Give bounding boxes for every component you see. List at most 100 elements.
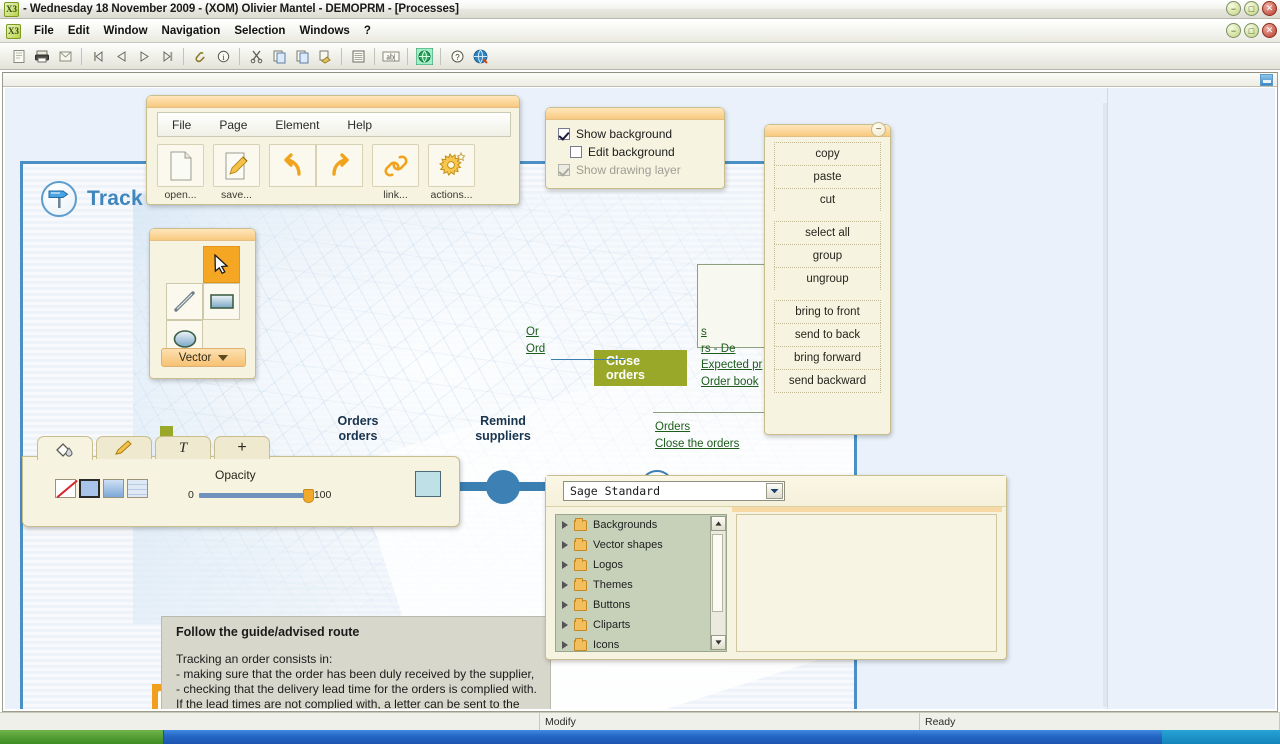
gear-star-icon[interactable] bbox=[428, 144, 475, 187]
drawing-menu-element[interactable]: Element bbox=[261, 115, 333, 135]
fill-color-swatch[interactable] bbox=[415, 471, 441, 497]
pointer-tool-icon[interactable] bbox=[203, 246, 240, 283]
close-button[interactable]: ✕ bbox=[1262, 1, 1277, 16]
expand-arrow-icon[interactable] bbox=[562, 621, 568, 629]
vector-category-dropdown[interactable]: Vector bbox=[161, 348, 246, 367]
link-right-1[interactable]: s bbox=[701, 324, 762, 341]
flow-node-2[interactable] bbox=[486, 470, 520, 504]
print-icon[interactable] bbox=[31, 46, 53, 67]
tab-fill[interactable] bbox=[37, 436, 93, 460]
pencil-save-icon[interactable] bbox=[213, 144, 260, 187]
expand-arrow-icon[interactable] bbox=[562, 601, 568, 609]
fill-gradient-swatch[interactable] bbox=[103, 479, 124, 498]
menu-windows[interactable]: Windows bbox=[292, 22, 356, 40]
drawing-open-tool[interactable]: open... bbox=[157, 144, 204, 201]
collapse-icon[interactable]: − bbox=[871, 122, 886, 137]
tree-item-buttons[interactable]: Buttons bbox=[556, 595, 726, 615]
menu-window[interactable]: Window bbox=[97, 22, 155, 40]
redo-icon[interactable] bbox=[316, 144, 363, 187]
expand-arrow-icon[interactable] bbox=[562, 581, 568, 589]
tab-text[interactable]: T bbox=[155, 436, 211, 459]
chevron-down-icon[interactable] bbox=[766, 483, 783, 499]
show-background-checkbox[interactable] bbox=[558, 128, 570, 140]
context-item-paste[interactable]: paste bbox=[774, 165, 881, 188]
globe-green-icon[interactable] bbox=[413, 46, 435, 67]
info-icon[interactable]: i bbox=[212, 46, 234, 67]
previous-record-icon[interactable] bbox=[110, 46, 132, 67]
link-center-orders[interactable]: Orders bbox=[655, 419, 739, 436]
context-item-send-to-back[interactable]: send to back bbox=[774, 323, 881, 346]
new-document-icon[interactable] bbox=[8, 46, 30, 67]
mdi-maximize-button[interactable]: □ bbox=[1244, 23, 1259, 38]
gallery-tree-scrollbar[interactable] bbox=[710, 516, 725, 650]
context-menu-titlebar[interactable]: − bbox=[765, 125, 890, 137]
system-tray[interactable] bbox=[1162, 730, 1280, 744]
drawing-toolbar-titlebar[interactable] bbox=[147, 96, 519, 108]
next-record-icon[interactable] bbox=[133, 46, 155, 67]
fill-texture-swatch[interactable] bbox=[127, 479, 148, 498]
mdi-restore-button[interactable] bbox=[1260, 74, 1273, 86]
list-icon[interactable] bbox=[347, 46, 369, 67]
context-item-ungroup[interactable]: ungroup bbox=[774, 267, 881, 290]
mdi-close-button[interactable]: ✕ bbox=[1262, 23, 1277, 38]
drawing-link-tool[interactable]: link... bbox=[372, 144, 419, 201]
link-right-3[interactable]: Expected pr bbox=[701, 357, 762, 374]
paste-icon[interactable] bbox=[291, 46, 313, 67]
tree-item-logos[interactable]: Logos bbox=[556, 555, 726, 575]
context-item-bring-forward[interactable]: bring forward bbox=[774, 346, 881, 369]
first-record-icon[interactable] bbox=[87, 46, 109, 67]
menu-selection[interactable]: Selection bbox=[227, 22, 292, 40]
context-item-bring-to-front[interactable]: bring to front bbox=[774, 300, 881, 323]
fill-solid-swatch[interactable] bbox=[79, 479, 100, 498]
document-open-icon[interactable] bbox=[157, 144, 204, 187]
expand-arrow-icon[interactable] bbox=[562, 641, 568, 649]
drawing-menu-page[interactable]: Page bbox=[205, 115, 261, 135]
minimize-button[interactable]: − bbox=[1226, 1, 1241, 16]
link-right-2[interactable]: rs - De bbox=[701, 341, 762, 358]
close-orders-button[interactable]: Close orders bbox=[594, 350, 687, 386]
tree-item-vector-shapes[interactable]: Vector shapes bbox=[556, 535, 726, 555]
expand-arrow-icon[interactable] bbox=[562, 521, 568, 529]
theme-select[interactable]: Sage Standard bbox=[563, 481, 785, 501]
option-show-background[interactable]: Show background bbox=[546, 125, 724, 143]
mdi-minimize-button[interactable]: − bbox=[1226, 23, 1241, 38]
drawing-menu-file[interactable]: File bbox=[158, 115, 205, 135]
background-panel-titlebar[interactable] bbox=[546, 108, 724, 120]
abc-icon[interactable]: ab| bbox=[380, 46, 402, 67]
expand-arrow-icon[interactable] bbox=[562, 561, 568, 569]
link-left-1[interactable]: Or bbox=[526, 324, 545, 341]
menu-edit[interactable]: Edit bbox=[61, 22, 97, 40]
scrollbar-thumb[interactable] bbox=[712, 534, 723, 612]
rectangle-tool-icon[interactable] bbox=[203, 283, 240, 320]
maximize-button[interactable]: □ bbox=[1244, 1, 1259, 16]
tab-add[interactable]: + bbox=[214, 436, 270, 459]
menu-navigation[interactable]: Navigation bbox=[155, 22, 228, 40]
opacity-slider-thumb[interactable] bbox=[303, 489, 314, 503]
canvas-scroll-rail[interactable] bbox=[1103, 103, 1107, 707]
edit-background-checkbox[interactable] bbox=[570, 146, 582, 158]
mail-icon[interactable] bbox=[54, 46, 76, 67]
paste-special-icon[interactable] bbox=[314, 46, 336, 67]
chain-link-icon[interactable] bbox=[372, 144, 419, 187]
context-item-select-all[interactable]: select all bbox=[774, 221, 881, 244]
vector-palette-titlebar[interactable] bbox=[150, 229, 255, 241]
link-left-2[interactable]: Ord bbox=[526, 341, 545, 358]
expand-arrow-icon[interactable] bbox=[562, 541, 568, 549]
gallery-preview-pane[interactable] bbox=[736, 514, 997, 652]
opacity-slider[interactable] bbox=[199, 493, 309, 498]
option-edit-background[interactable]: Edit background bbox=[546, 143, 724, 161]
tree-item-cliparts[interactable]: Cliparts bbox=[556, 615, 726, 635]
start-button[interactable] bbox=[0, 730, 164, 744]
scroll-up-button[interactable] bbox=[711, 516, 726, 531]
link-center-close-the-orders[interactable]: Close the orders bbox=[655, 436, 739, 453]
drawing-save-tool[interactable]: save... bbox=[213, 144, 260, 201]
context-item-group[interactable]: group bbox=[774, 244, 881, 267]
context-item-cut[interactable]: cut bbox=[774, 188, 881, 211]
context-item-copy[interactable]: copy bbox=[774, 142, 881, 165]
attach-icon[interactable] bbox=[189, 46, 211, 67]
tab-stroke[interactable] bbox=[96, 436, 152, 459]
tree-item-backgrounds[interactable]: Backgrounds bbox=[556, 515, 726, 535]
search-globe-icon[interactable] bbox=[469, 46, 491, 67]
tree-item-themes[interactable]: Themes bbox=[556, 575, 726, 595]
link-right-4[interactable]: Order book bbox=[701, 374, 762, 391]
